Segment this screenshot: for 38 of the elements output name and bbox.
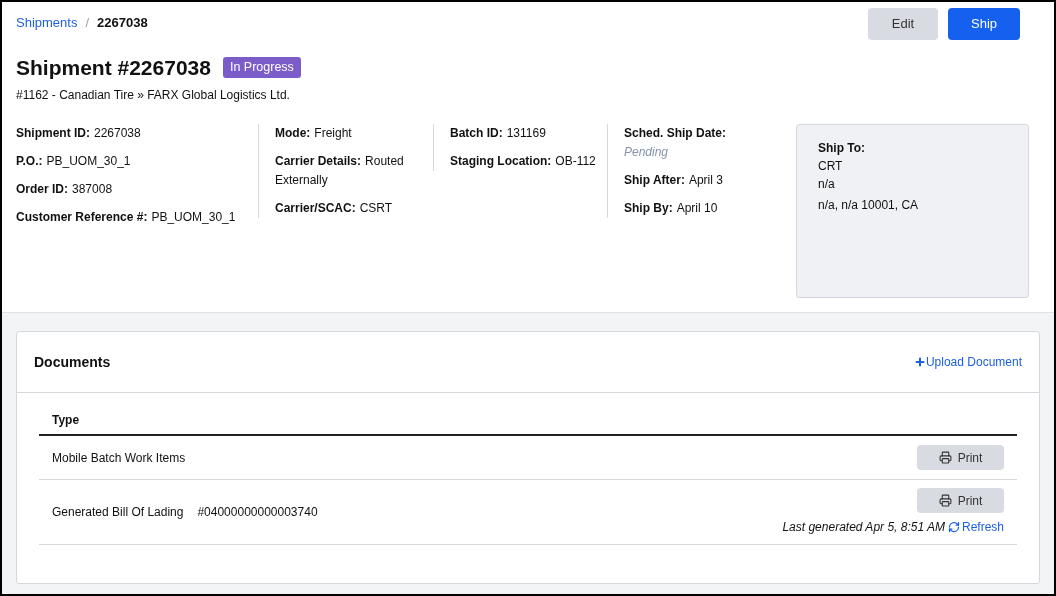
address-line: n/a bbox=[818, 175, 836, 193]
printer-icon bbox=[938, 494, 952, 507]
breadcrumb-current: 2267038 bbox=[97, 14, 148, 32]
column-header: Type bbox=[39, 411, 1017, 436]
document-type: Mobile Batch Work Items bbox=[52, 449, 186, 467]
detail-field: Ship After: April 3 bbox=[624, 170, 782, 190]
breadcrumb-link[interactable]: Shipments bbox=[16, 13, 78, 33]
detail-field: Sched. Ship Date: Pending bbox=[624, 123, 782, 162]
breadcrumb-separator: / bbox=[85, 14, 90, 32]
document-type: Generated Bill Of Lading bbox=[52, 504, 184, 521]
ship-button[interactable]: Ship bbox=[948, 8, 1020, 40]
page-title: Shipment #2267038 bbox=[16, 55, 211, 81]
detail-field: Carrier/SCAC: CSRT bbox=[275, 198, 425, 218]
detail-field: Mode: Freight bbox=[275, 123, 425, 143]
upload-document-link[interactable]: Upload Document bbox=[913, 353, 1022, 371]
detail-field: Order ID: 387008 bbox=[16, 179, 250, 199]
address-line: n/a, n/a 10001, CA bbox=[818, 196, 920, 214]
detail-field: P.O.: PB_UOM_30_1 bbox=[16, 151, 250, 171]
detail-field: Shipment ID: 2267038 bbox=[16, 123, 250, 143]
detail-field: Staging Location: OB-112 bbox=[450, 151, 599, 171]
printer-icon bbox=[938, 451, 952, 464]
status-badge: In Progress bbox=[222, 57, 301, 79]
detail-field: Customer Reference #: PB_UOM_30_1 bbox=[16, 207, 250, 227]
shipment-subtitle: #1162 - Canadian Tire » FARX Global Logistics Ltd. bbox=[16, 86, 291, 104]
last-generated-text: Last generated Apr 5, 8:51 AM bbox=[782, 519, 945, 536]
address-line: CRT bbox=[818, 157, 844, 175]
edit-button[interactable]: Edit bbox=[868, 8, 938, 40]
document-number: #04000000000003740 bbox=[197, 504, 318, 521]
refresh-link[interactable]: Refresh bbox=[947, 518, 1004, 536]
plus-icon bbox=[913, 356, 926, 368]
detail-field: Carrier Details: Routed Externally bbox=[275, 151, 425, 190]
refresh-icon bbox=[947, 521, 960, 533]
print-button[interactable]: Print bbox=[917, 488, 1004, 513]
detail-field: Batch ID: 131169 bbox=[450, 123, 599, 143]
documents-title: Documents bbox=[34, 352, 111, 372]
ship-to-label: Ship To: bbox=[818, 139, 867, 157]
print-button[interactable]: Print bbox=[917, 445, 1004, 470]
detail-field: Ship By: April 10 bbox=[624, 198, 782, 218]
